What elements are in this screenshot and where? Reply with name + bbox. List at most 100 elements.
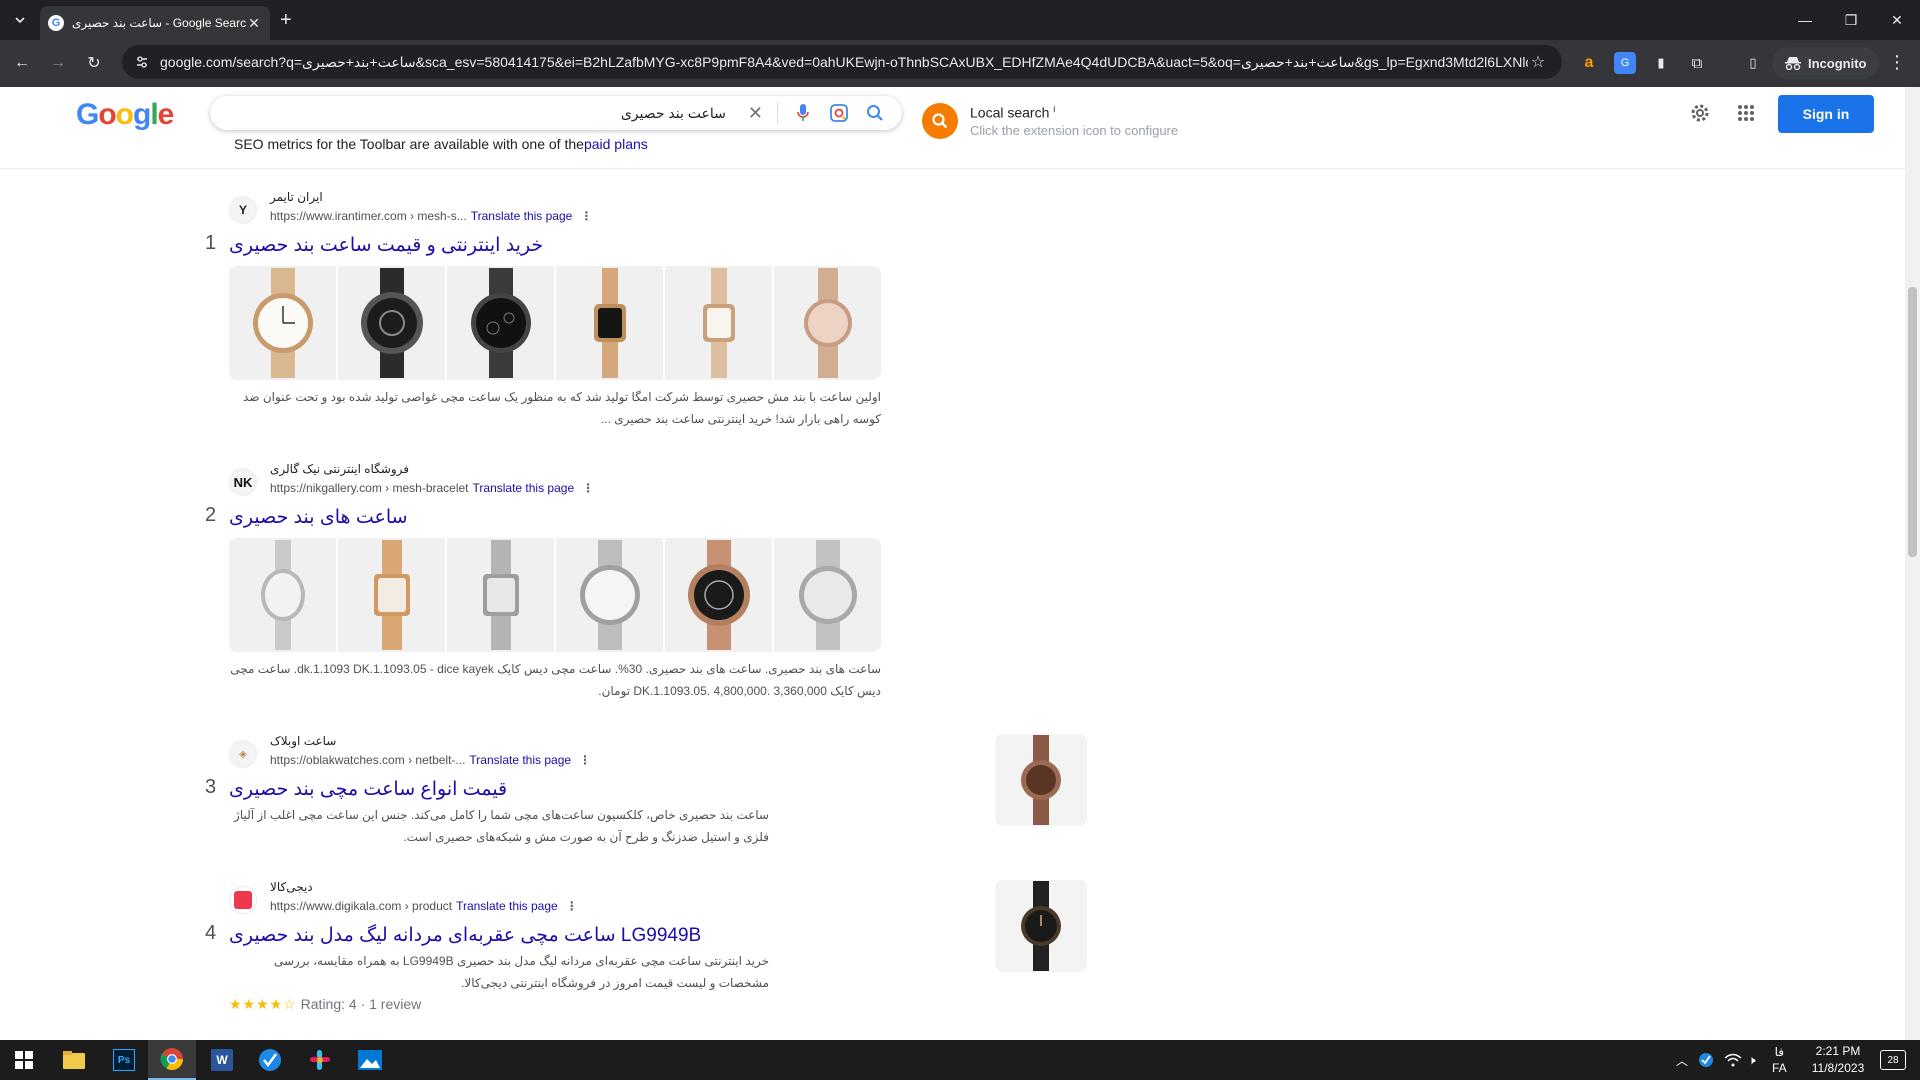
sign-in-button[interactable]: Sign in (1778, 95, 1874, 133)
result-site-name: ایران تایمر (270, 190, 323, 204)
watch-thumbnail[interactable] (774, 538, 881, 652)
rating-text: Rating: 4 · 1 review (300, 996, 422, 1012)
result-menu-icon[interactable]: ⋮ (582, 481, 594, 495)
result-menu-icon[interactable]: ⋮ (580, 209, 592, 223)
file-explorer-icon[interactable] (50, 1040, 98, 1080)
result-source[interactable]: ◈ ساعت اوبلاک https://oblakwatches.com ›… (205, 734, 885, 774)
photos-app-icon[interactable] (346, 1040, 394, 1080)
translate-extension-icon[interactable]: G (1614, 52, 1636, 74)
puzzle-extensions-icon[interactable]: ⧉ (1686, 52, 1708, 74)
result-site-name: ساعت اوبلاک (270, 734, 337, 748)
tray-vpn-icon[interactable] (1698, 1040, 1714, 1080)
minimize-icon[interactable]: — (1782, 0, 1828, 40)
result-number: 1 (205, 232, 217, 254)
restore-icon[interactable]: ❐ (1828, 0, 1874, 40)
watch-thumbnail[interactable] (338, 266, 445, 380)
forward-icon[interactable]: → (47, 52, 69, 74)
side-panel-icon[interactable]: ▯ (1742, 52, 1764, 74)
result-thumbnail[interactable] (995, 880, 1087, 972)
watch-thumbnail[interactable] (447, 266, 554, 380)
irantimer-favicon-icon: Y (229, 196, 257, 224)
slack-icon[interactable] (296, 1040, 344, 1080)
search-icon[interactable] (864, 102, 886, 124)
settings-gear-icon[interactable] (1688, 101, 1712, 125)
watch-thumbnail[interactable] (556, 538, 663, 652)
result-title-link[interactable]: خرید اینترنتی و قیمت ساعت بند حصیری (229, 234, 543, 257)
paid-plans-link[interactable]: paid plans (584, 136, 648, 152)
new-tab-button[interactable]: + (280, 10, 292, 30)
result-image-strip (229, 266, 881, 380)
tab-search-button[interactable] (8, 8, 32, 32)
clock-date: 11/8/2023 (1811, 1061, 1865, 1075)
google-logo[interactable]: Google (76, 98, 174, 132)
back-icon[interactable]: ← (11, 52, 33, 74)
translate-link[interactable]: Translate this page (471, 209, 573, 223)
result-url-text: https://www.irantimer.com › mesh-s... (270, 209, 467, 223)
word-icon[interactable]: W (198, 1040, 246, 1080)
local-search-info[interactable]: i (1053, 104, 1055, 114)
result-number: 4 (205, 922, 217, 944)
tab-bar: G ساعت بند حصیری - Google Search ✕ + — ❐… (0, 0, 1920, 40)
lens-icon[interactable] (828, 102, 850, 124)
notification-center-icon[interactable]: 28 (1880, 1040, 1906, 1080)
page-scrollbar[interactable] (1905, 87, 1920, 1040)
local-search-extension[interactable]: Local search i Click the extension icon … (922, 103, 1178, 139)
watch-thumbnail[interactable] (556, 266, 663, 380)
volume-muted-icon[interactable]: 🕨 (1748, 1040, 1756, 1080)
system-clock[interactable]: 2:21 PM 11/8/2023 (1800, 1043, 1876, 1077)
result-source[interactable]: Y ایران تایمر https://www.irantimer.com … (205, 190, 885, 230)
watch-thumbnail[interactable] (229, 266, 336, 380)
result-title-link[interactable]: قیمت انواع ساعت مچی بند حصیری (229, 778, 507, 801)
watch-thumbnail[interactable] (665, 538, 772, 652)
translate-link[interactable]: Translate this page (473, 481, 575, 495)
wifi-icon[interactable] (1724, 1040, 1742, 1080)
result-snippet: اولین ساعت با بند مش حصیری توسط شرکت امگ… (243, 390, 881, 426)
search-box[interactable]: ساعت بند حصیری ✕ (210, 96, 902, 130)
watch-thumbnail[interactable] (229, 538, 336, 652)
result-menu-icon[interactable]: ⋮ (566, 899, 578, 913)
start-windows-icon[interactable] (0, 1040, 48, 1080)
address-bar[interactable]: google.com/search?q=ساعت+بند+حصیری&sca_e… (122, 45, 1562, 79)
watch-thumbnail[interactable] (665, 266, 772, 380)
local-search-icon (922, 103, 958, 139)
result-menu-icon[interactable]: ⋮ (579, 753, 591, 767)
scrollbar-thumb[interactable] (1908, 287, 1917, 557)
search-input[interactable]: ساعت بند حصیری (621, 105, 726, 122)
translate-link[interactable]: Translate this page (456, 899, 558, 913)
tray-overflow-icon[interactable]: ︿ (1676, 1040, 1688, 1080)
translate-link[interactable]: Translate this page (469, 753, 571, 767)
browser-toolbar: ← → ↻ google.com/search?q=ساعت+بند+حصیری… (0, 40, 1920, 87)
result-source[interactable]: NK فروشگاه اینترنتی نیک گالری https://ni… (205, 462, 885, 502)
bookmark-star-icon[interactable]: ☆ (1528, 52, 1548, 72)
result-url-text: https://oblakwatches.com › netbelt-... (270, 753, 466, 767)
watch-thumbnail[interactable] (774, 266, 881, 380)
photoshop-icon[interactable]: Ps (100, 1040, 148, 1080)
extension-icon[interactable]: ▮ (1650, 52, 1672, 74)
clock-time: 2:21 PM (1815, 1044, 1861, 1058)
result-title-link[interactable]: ساعت های بند حصیری (229, 506, 408, 529)
windows-taskbar: Ps W ︿ 🕨 فا FA 2:21 PM 11/8/2023 28 (0, 1040, 1920, 1080)
clear-search-icon[interactable]: ✕ (748, 103, 763, 124)
result-source[interactable]: دیجی‌کالا https://www.digikala.com › pro… (205, 880, 885, 920)
microphone-icon[interactable] (792, 102, 814, 124)
site-info-icon[interactable] (134, 54, 150, 70)
language-indicator[interactable]: فا FA (1772, 1040, 1787, 1080)
nikgallery-favicon-icon: NK (229, 468, 257, 496)
seo-text: SEO metrics for the Toolbar are availabl… (234, 136, 584, 152)
watch-thumbnail[interactable] (338, 538, 445, 652)
result-title-link[interactable]: ساعت مچی عقربه‌ای مردانه لیگ مدل بند حصی… (229, 924, 701, 947)
incognito-badge[interactable]: Incognito (1772, 47, 1879, 79)
result-image-strip (229, 538, 881, 652)
amazon-extension-icon[interactable]: a (1578, 52, 1600, 74)
active-tab[interactable]: G ساعت بند حصیری - Google Search ✕ (40, 6, 270, 40)
result-thumbnail[interactable] (995, 734, 1087, 826)
vpn-app-icon[interactable] (246, 1040, 294, 1080)
close-tab-icon[interactable]: ✕ (246, 15, 262, 32)
chrome-icon[interactable] (148, 1040, 196, 1080)
close-window-icon[interactable]: ✕ (1874, 0, 1920, 40)
watch-thumbnail[interactable] (447, 538, 554, 652)
result-url: https://oblakwatches.com › netbelt-... Tr… (270, 753, 591, 767)
reload-icon[interactable]: ↻ (83, 52, 105, 74)
apps-grid-icon[interactable] (1734, 101, 1758, 125)
browser-menu-icon[interactable]: ⋮ (1886, 52, 1908, 73)
